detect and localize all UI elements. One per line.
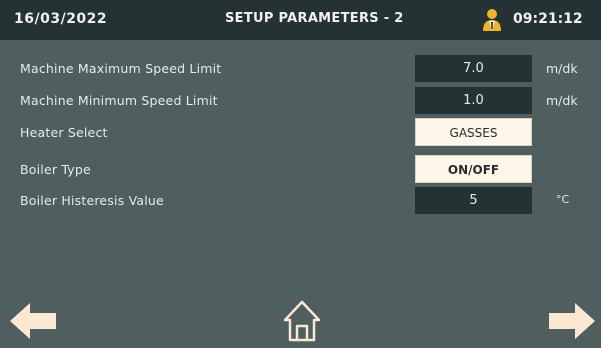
boiler-type-button[interactable]: ON/OFF xyxy=(415,155,532,183)
boiler-histeresis-label: Boiler Histeresis Value xyxy=(20,193,164,208)
min-speed-unit: m/dk xyxy=(546,93,578,108)
min-speed-label: Machine Minimum Speed Limit xyxy=(20,93,218,108)
boiler-histeresis-unit: °C xyxy=(556,193,570,206)
home-icon[interactable] xyxy=(282,298,322,344)
page-title: SETUP PARAMETERS - 2 xyxy=(225,11,404,26)
header-time: 09:21:12 xyxy=(513,11,583,27)
max-speed-value-field[interactable]: 7.0 xyxy=(415,55,532,82)
boiler-type-label: Boiler Type xyxy=(20,162,91,177)
arrow-left-icon[interactable] xyxy=(8,301,58,341)
boiler-histeresis-value-field[interactable]: 5 xyxy=(415,187,532,214)
user-icon[interactable] xyxy=(482,8,502,32)
max-speed-unit: m/dk xyxy=(546,61,578,76)
heater-select-label: Heater Select xyxy=(20,125,108,140)
heater-select-button[interactable]: GASSES xyxy=(415,118,532,146)
max-speed-label: Machine Maximum Speed Limit xyxy=(20,61,222,76)
header-date: 16/03/2022 xyxy=(14,11,108,27)
arrow-right-icon[interactable] xyxy=(547,301,597,341)
min-speed-value-field[interactable]: 1.0 xyxy=(415,87,532,114)
header-bar: 16/03/2022 SETUP PARAMETERS - 2 09:21:12 xyxy=(0,0,601,40)
